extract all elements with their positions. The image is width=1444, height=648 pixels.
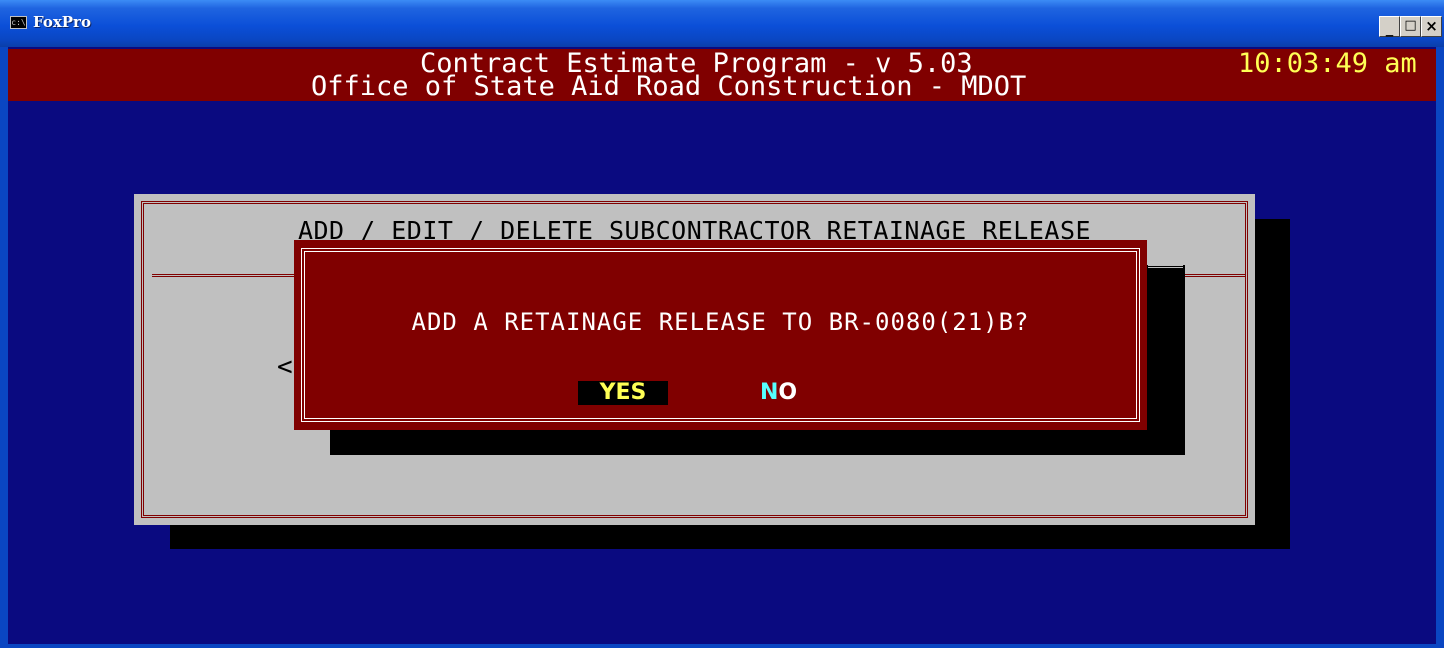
panel-left-arrow[interactable]: <: [277, 352, 293, 382]
window-frame-bottom: [0, 644, 1444, 648]
window-frame-left: [0, 47, 8, 648]
maximize-button[interactable]: □: [1400, 16, 1421, 37]
shadow-edge: [1148, 265, 1183, 282]
program-header: Contract Estimate Program - v 5.03 Offic…: [8, 49, 1436, 101]
window-title: FoxPro: [33, 13, 91, 31]
window-frame-right: [1436, 47, 1444, 648]
no-label-rest: O: [778, 380, 798, 405]
console-icon: c:\: [10, 16, 27, 29]
program-subtitle: Office of State Aid Road Construction - …: [311, 71, 1027, 102]
confirm-dialog: ADD A RETAINAGE RELEASE TO BR-0080(21)B?…: [294, 240, 1147, 430]
clock: 10:03:49 am: [1238, 48, 1417, 79]
yes-button[interactable]: YES: [578, 381, 668, 405]
title-bar[interactable]: c:\ FoxPro _ □ ×: [0, 0, 1444, 47]
close-button[interactable]: ×: [1421, 16, 1442, 37]
foxpro-window: c:\ FoxPro _ □ × Contract Estimate Progr…: [0, 0, 1444, 648]
no-hotkey: N: [760, 380, 779, 405]
minimize-button[interactable]: _: [1379, 16, 1400, 37]
console-area: Contract Estimate Program - v 5.03 Offic…: [8, 47, 1436, 644]
dialog-question: ADD A RETAINAGE RELEASE TO BR-0080(21)B?: [411, 308, 1030, 336]
no-button[interactable]: NO: [760, 381, 797, 405]
